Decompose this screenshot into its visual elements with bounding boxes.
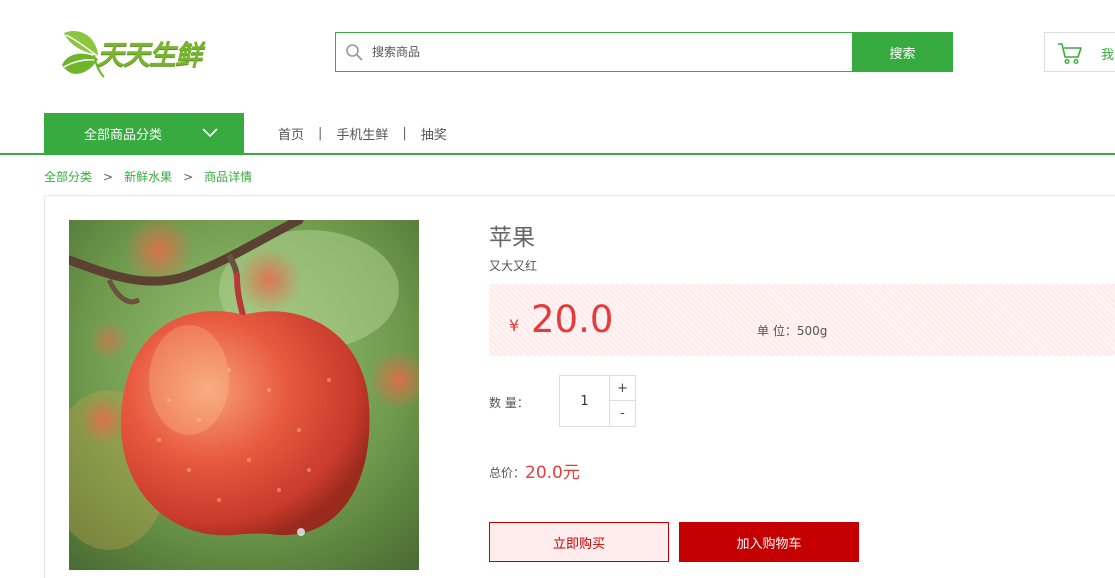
total-price: 20.0元 bbox=[525, 463, 580, 483]
chevron-down-icon bbox=[202, 128, 218, 138]
buy-now-button[interactable]: 立即购买 bbox=[489, 522, 669, 562]
cart-button[interactable]: 我 bbox=[1044, 32, 1115, 72]
product-name: 苹果 bbox=[489, 225, 535, 251]
product-unit: 单 位：500g bbox=[757, 324, 828, 338]
product-subtitle: 又大又红 bbox=[489, 259, 538, 273]
breadcrumb-arrow: > bbox=[103, 169, 114, 184]
nav-separator: | bbox=[402, 125, 407, 141]
product-image bbox=[69, 220, 419, 570]
product-detail-page: 天天生鲜 搜索 我 全部商品分类 首页 | 手机生鲜 | 抽 bbox=[0, 0, 1115, 578]
quantity-label: 数 量： bbox=[489, 396, 529, 410]
all-categories-button[interactable]: 全部商品分类 bbox=[44, 113, 244, 153]
currency-symbol: ¥ bbox=[509, 316, 520, 335]
product-price: 20.0 bbox=[531, 298, 614, 341]
add-to-cart-button[interactable]: 加入购物车 bbox=[679, 522, 859, 562]
quantity-increase-button[interactable]: + bbox=[610, 376, 635, 401]
breadcrumb: 全部分类 > 新鲜水果 > 商品详情 bbox=[44, 168, 252, 185]
search-input[interactable] bbox=[372, 33, 842, 71]
divider bbox=[44, 195, 1115, 196]
cart-label: 我 bbox=[1101, 48, 1115, 63]
breadcrumb-arrow: > bbox=[183, 169, 194, 184]
search-button[interactable]: 搜索 bbox=[852, 32, 953, 72]
price-box: ¥ 20.0 单 位：500g bbox=[489, 284, 1115, 356]
nav-link-home[interactable]: 首页 bbox=[278, 124, 304, 143]
quantity-stepper: 1 + - bbox=[559, 375, 636, 427]
all-categories-label: 全部商品分类 bbox=[84, 127, 163, 143]
nav-link-lottery[interactable]: 抽奖 bbox=[421, 124, 447, 143]
search-box bbox=[335, 32, 853, 72]
nav-link-mobile-fresh[interactable]: 手机生鲜 bbox=[336, 124, 388, 143]
nav-separator: | bbox=[318, 125, 323, 141]
logo-text: 天天生鲜 bbox=[97, 40, 202, 71]
site-logo[interactable]: 天天生鲜 bbox=[60, 25, 220, 87]
nav-links: 首页 | 手机生鲜 | 抽奖 bbox=[278, 113, 447, 153]
search-icon bbox=[346, 44, 363, 61]
panel-border bbox=[44, 196, 45, 578]
nav-bar: 全部商品分类 首页 | 手机生鲜 | 抽奖 bbox=[0, 113, 1115, 155]
breadcrumb-item-all[interactable]: 全部分类 bbox=[44, 168, 92, 185]
quantity-decrease-button[interactable]: - bbox=[610, 401, 635, 426]
quantity-input[interactable]: 1 bbox=[560, 376, 610, 426]
breadcrumb-item-detail[interactable]: 商品详情 bbox=[204, 168, 252, 185]
breadcrumb-item-fruit[interactable]: 新鲜水果 bbox=[124, 168, 172, 185]
shopping-cart-icon bbox=[1058, 43, 1082, 65]
total-label: 总价： bbox=[489, 466, 526, 480]
apple-image bbox=[69, 220, 419, 570]
